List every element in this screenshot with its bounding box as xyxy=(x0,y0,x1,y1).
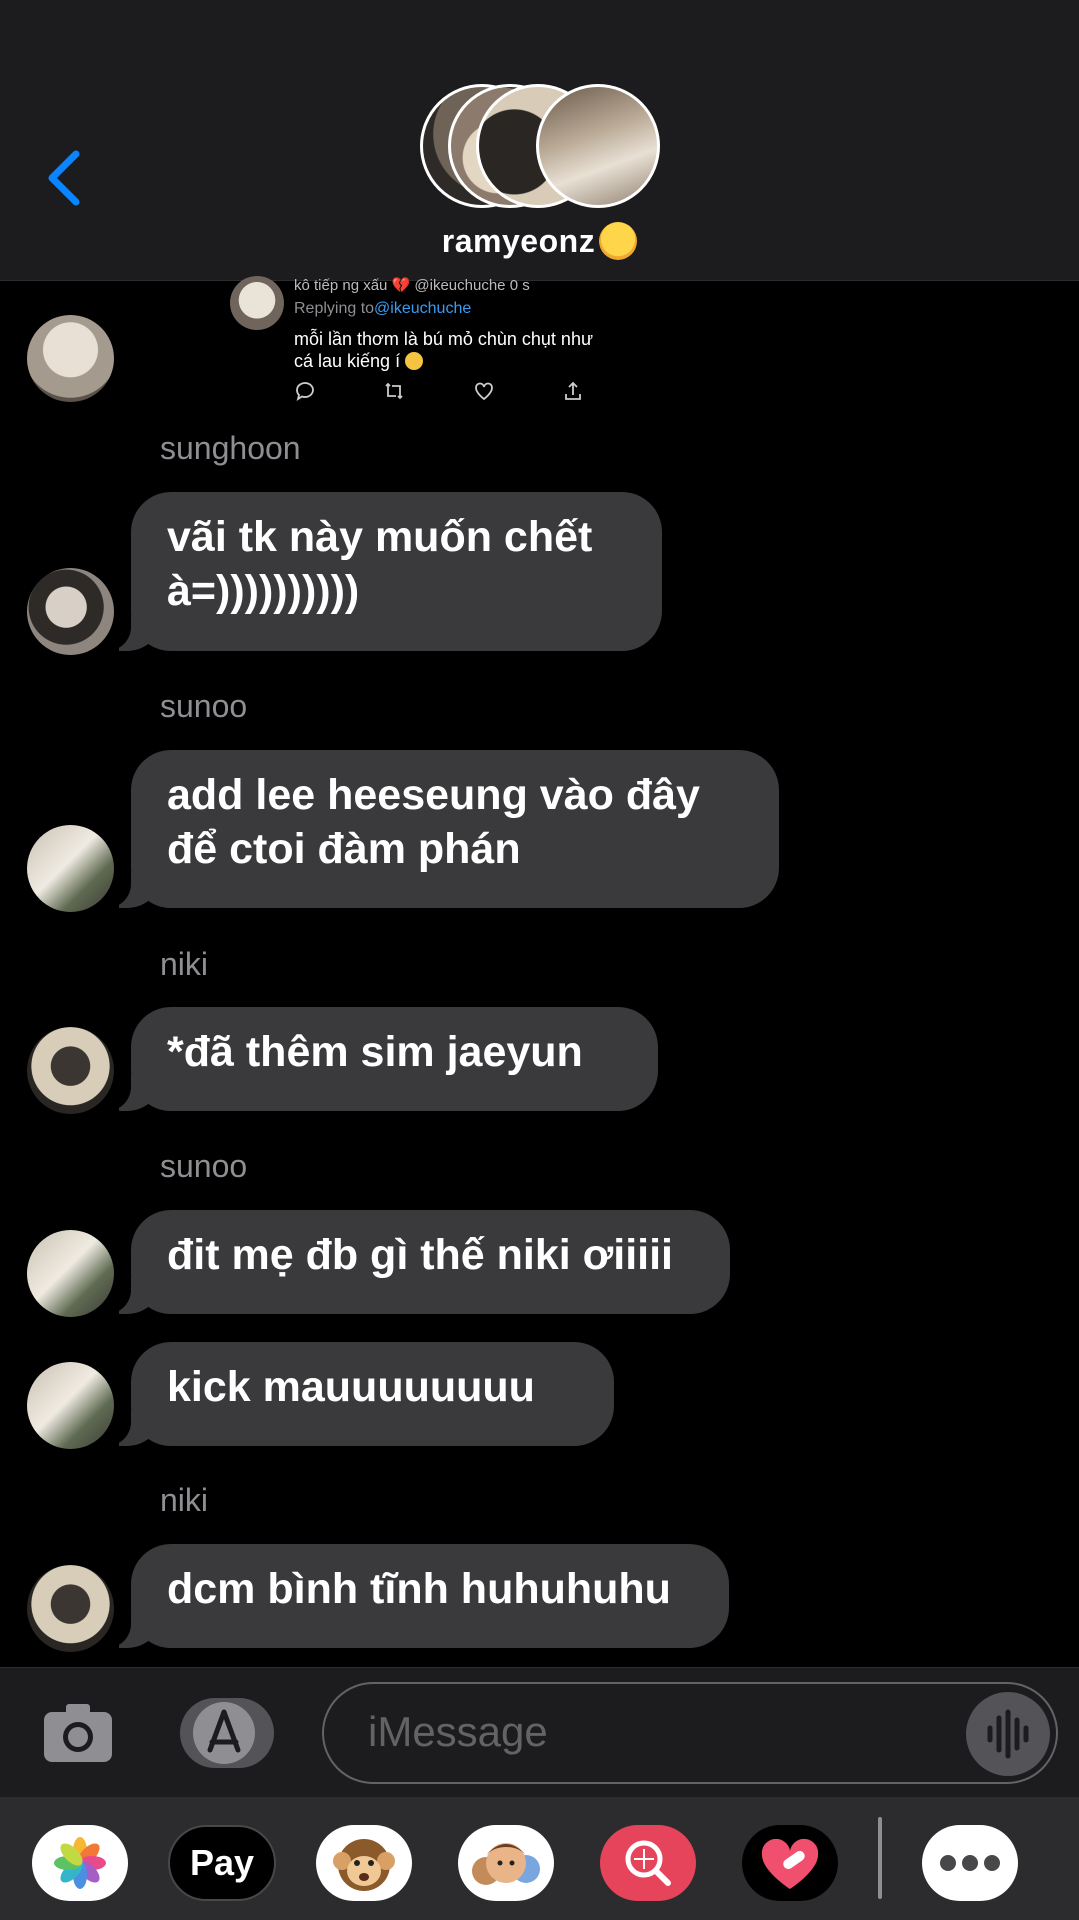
avatar[interactable] xyxy=(27,568,114,655)
tweet-author-avatar xyxy=(230,276,284,330)
compose-bar: iMessage xyxy=(0,1667,1079,1797)
tweet-actions xyxy=(294,380,584,404)
message-text: vãi tk này muốn chết à=)))))))))) xyxy=(167,513,593,615)
digital-touch-icon[interactable] xyxy=(742,1825,838,1901)
message-input-placeholder: iMessage xyxy=(368,1708,548,1755)
message-bubble[interactable]: add lee heeseung vào đây để ctoi đàm phá… xyxy=(119,750,779,908)
avatar[interactable] xyxy=(27,1027,114,1114)
retweet-icon xyxy=(385,382,403,400)
image-search-icon[interactable] xyxy=(600,1825,696,1901)
star-struck-emoji-icon xyxy=(599,222,638,260)
message-input[interactable]: iMessage xyxy=(322,1682,1058,1784)
message-bubble[interactable]: vãi tk này muốn chết à=)))))))))) xyxy=(119,492,662,651)
tweet-replying-handle: @ikeuchuche xyxy=(374,300,472,317)
like-icon xyxy=(474,382,493,401)
avatar[interactable] xyxy=(27,1565,114,1652)
conversation-header: ramyeonz xyxy=(0,0,1079,281)
app-drawer: Pay xyxy=(0,1797,1079,1920)
sender-name: niki xyxy=(160,1482,209,1518)
sender-name: sunoo xyxy=(160,688,248,724)
more-apps-icon[interactable] xyxy=(922,1825,1018,1901)
message-bubble[interactable]: đit mẹ đb gì thế niki ơiiiii xyxy=(119,1210,730,1314)
group-avatars[interactable] xyxy=(420,84,660,208)
bubble-tail xyxy=(119,1278,159,1314)
group-member-avatar xyxy=(536,84,660,208)
tweet-text-body: mỗi lần thơm là bú mỏ chùn chụt như cá l… xyxy=(294,329,594,371)
message-bubble[interactable]: kick mauuuuuuuu xyxy=(119,1342,614,1446)
tweet-replying-to: Replying to@ikeuchuche xyxy=(294,300,471,318)
avatar[interactable] xyxy=(27,1362,114,1449)
message-text: đit mẹ đb gì thế niki ơiiiii xyxy=(167,1231,673,1279)
smiley-emoji-icon xyxy=(405,352,424,370)
bubble-tail xyxy=(119,1410,159,1446)
memoji-icon[interactable] xyxy=(458,1825,554,1901)
message-text: *đã thêm sim jaeyun xyxy=(167,1028,583,1076)
bubble-tail xyxy=(119,615,159,651)
apple-pay-label: Pay xyxy=(189,1842,255,1883)
bubble-tail xyxy=(119,1612,159,1648)
group-name[interactable]: ramyeonz xyxy=(0,222,1079,260)
avatar[interactable] xyxy=(27,315,114,402)
avatar[interactable] xyxy=(27,825,114,912)
message-bubble[interactable]: dcm bình tĩnh huhuhuhu xyxy=(119,1544,729,1648)
message-bubble[interactable]: *đã thêm sim jaeyun xyxy=(119,1007,658,1111)
back-chevron-icon[interactable] xyxy=(40,148,90,208)
tweet-screenshot[interactable]: kô tiếp ng xấu 💔 @ikeuchuche 0 s Replyin… xyxy=(230,276,630,406)
sender-name: sunoo xyxy=(160,1148,248,1184)
reply-icon xyxy=(296,382,314,401)
group-name-label: ramyeonz xyxy=(441,223,596,259)
message-text: kick mauuuuuuuu xyxy=(167,1363,535,1411)
drawer-divider xyxy=(878,1817,882,1899)
message-text: dcm bình tĩnh huhuhuhu xyxy=(167,1565,671,1613)
audio-waveform-icon[interactable] xyxy=(966,1692,1050,1776)
tweet-text: mỗi lần thơm là bú mỏ chùn chụt như cá l… xyxy=(294,328,614,372)
sender-name: niki xyxy=(160,946,209,982)
bubble-tail xyxy=(119,1075,159,1111)
tweet-replying-prefix: Replying to xyxy=(294,300,375,317)
tweet-author-line: kô tiếp ng xấu 💔 @ikeuchuche 0 s xyxy=(294,277,530,294)
avatar[interactable] xyxy=(27,1230,114,1317)
camera-icon[interactable] xyxy=(42,1698,114,1768)
animoji-icon[interactable] xyxy=(316,1825,412,1901)
message-text: add lee heeseung vào đây để ctoi đàm phá… xyxy=(167,771,700,873)
app-store-icon[interactable] xyxy=(180,1698,274,1768)
share-icon xyxy=(565,381,581,400)
photos-app-icon[interactable] xyxy=(32,1825,128,1901)
apple-pay-icon[interactable]: Pay xyxy=(168,1825,276,1901)
sender-name: sunghoon xyxy=(160,430,301,466)
bubble-tail xyxy=(119,872,159,908)
